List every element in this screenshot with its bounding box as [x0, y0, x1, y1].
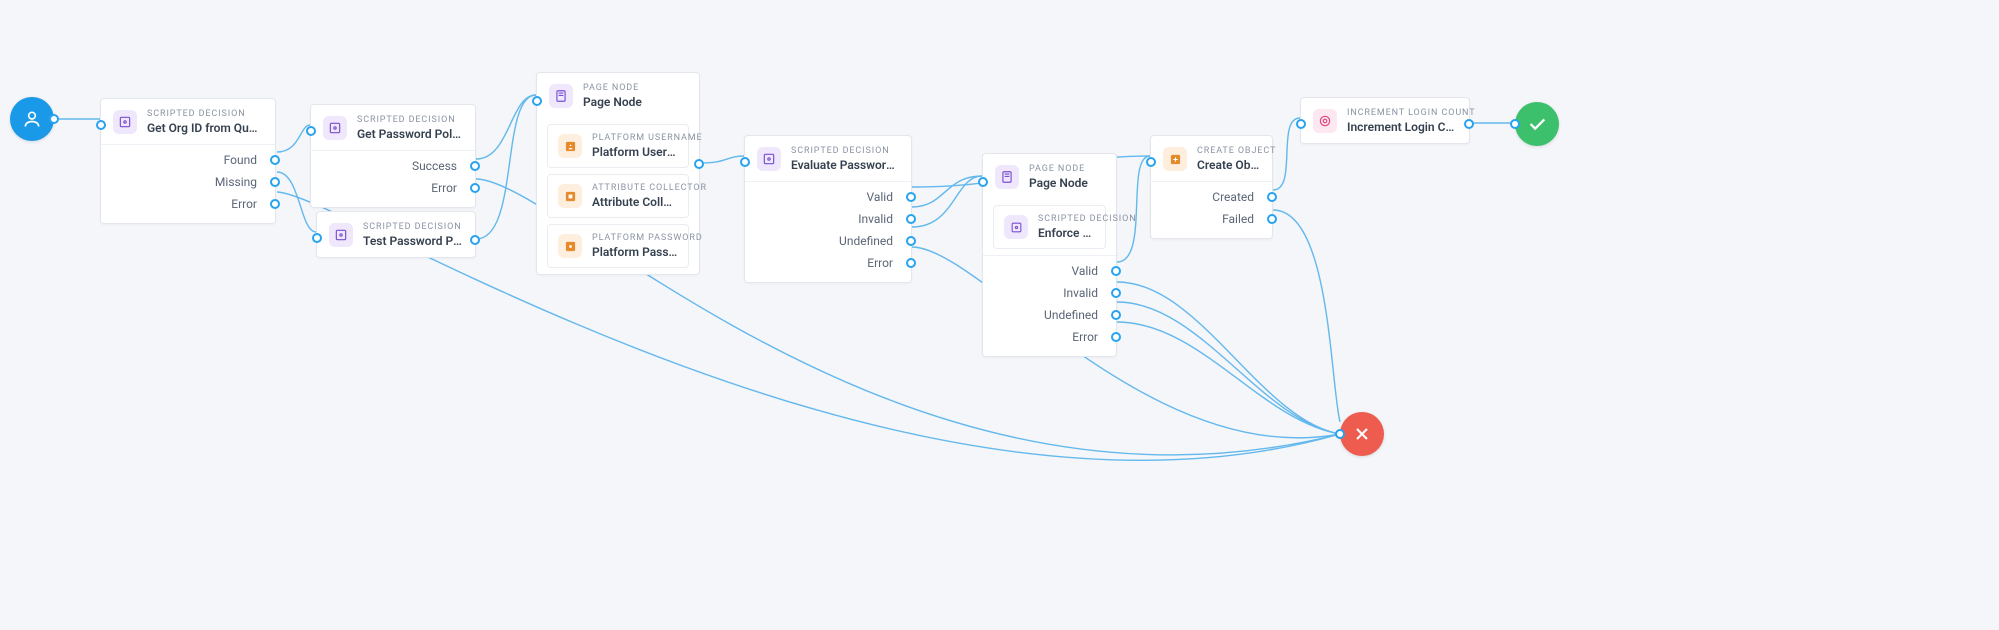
outcome-valid[interactable]: Valid	[983, 260, 1116, 282]
outcome-success[interactable]: Success	[311, 155, 475, 177]
fail-node[interactable]	[1340, 412, 1384, 456]
outcome-undefined[interactable]: Undefined	[745, 230, 911, 252]
outcome-invalid[interactable]: Invalid	[745, 208, 911, 230]
in-port[interactable]	[1296, 119, 1306, 129]
start-node[interactable]	[10, 97, 54, 141]
node-test-password-policy[interactable]: SCRIPTED DECISION Test Password Policy	[316, 211, 476, 258]
in-port[interactable]	[96, 120, 106, 130]
subitem-platform-username[interactable]: PLATFORM USERNAME Platform Username	[547, 124, 689, 168]
fail-in-port[interactable]	[1335, 429, 1345, 439]
node-type-label: INCREMENT LOGIN COUNT	[1347, 108, 1457, 118]
node-type-label: PAGE NODE	[583, 83, 642, 93]
node-type-label: SCRIPTED DECISION	[791, 146, 899, 156]
increment-icon	[1313, 109, 1337, 133]
node-title: Increment Login Count	[1347, 120, 1457, 134]
node-type-label: SCRIPTED DECISION	[363, 222, 463, 232]
node-title: Page Node	[583, 95, 642, 109]
outcome-error[interactable]: Error	[745, 252, 911, 274]
page-node-icon	[995, 165, 1019, 189]
node-page-node-1[interactable]: PAGE NODE Page Node PLATFORM USERNAME Pl…	[536, 72, 700, 275]
out-port[interactable]	[470, 235, 480, 245]
user-icon	[22, 109, 42, 129]
username-icon	[558, 134, 582, 158]
outcome-error[interactable]: Error	[983, 326, 1116, 348]
outcome-missing[interactable]: Missing	[101, 171, 275, 193]
node-title: Get Password Policy fro...	[357, 127, 463, 141]
check-icon	[1526, 113, 1548, 135]
scripted-decision-icon	[113, 110, 137, 134]
in-port[interactable]	[740, 157, 750, 167]
in-port[interactable]	[306, 126, 316, 136]
outcome-error[interactable]: Error	[311, 177, 475, 199]
out-port[interactable]	[1464, 119, 1474, 129]
node-page-node-2[interactable]: PAGE NODE Page Node SCRIPTED DECISION En…	[982, 153, 1117, 357]
close-icon	[1352, 424, 1372, 444]
in-port[interactable]	[1146, 157, 1156, 167]
node-type-label: SCRIPTED DECISION	[147, 109, 263, 119]
page-node-icon	[549, 84, 573, 108]
start-out-port[interactable]	[49, 114, 59, 124]
outcome-created[interactable]: Created	[1151, 186, 1272, 208]
outcome-valid[interactable]: Valid	[745, 186, 911, 208]
scripted-decision-icon	[329, 223, 353, 247]
node-type-label: SCRIPTED DECISION	[357, 115, 463, 125]
node-title: Create Object	[1197, 158, 1260, 172]
subitem-platform-password[interactable]: PLATFORM PASSWORD Platform Password	[547, 224, 689, 268]
success-node[interactable]	[1515, 102, 1559, 146]
outcome-invalid[interactable]: Invalid	[983, 282, 1116, 304]
outcome-undefined[interactable]: Undefined	[983, 304, 1116, 326]
node-get-org-id[interactable]: SCRIPTED DECISION Get Org ID from Query …	[100, 98, 276, 224]
success-in-port[interactable]	[1510, 119, 1520, 129]
node-increment-login-count[interactable]: INCREMENT LOGIN COUNT Increment Login Co…	[1300, 97, 1470, 144]
node-title: Test Password Policy	[363, 234, 463, 248]
node-create-object[interactable]: CREATE OBJECT Create Object Created Fail…	[1150, 135, 1273, 239]
scripted-decision-icon	[1004, 215, 1028, 239]
collector-icon	[558, 184, 582, 208]
create-object-icon	[1163, 147, 1187, 171]
scripted-decision-icon	[323, 116, 347, 140]
subitem-attribute-collector[interactable]: ATTRIBUTE COLLECTOR Attribute Collector	[547, 174, 689, 218]
node-title: Get Org ID from Query ...	[147, 121, 263, 135]
node-type-label: CREATE OBJECT	[1197, 146, 1260, 156]
outcome-found[interactable]: Found	[101, 149, 275, 171]
in-port[interactable]	[532, 96, 542, 106]
node-title: Page Node	[1029, 176, 1088, 190]
outcome-failed[interactable]: Failed	[1151, 208, 1272, 230]
node-evaluate-password-policy[interactable]: SCRIPTED DECISION Evaluate Password Poli…	[744, 135, 912, 283]
scripted-decision-icon	[757, 147, 781, 171]
node-title: Evaluate Password Policy	[791, 158, 899, 172]
password-icon	[558, 234, 582, 258]
subitem-enforce-password-policy[interactable]: SCRIPTED DECISION Enforce Password Po...	[993, 205, 1106, 249]
outcome-error[interactable]: Error	[101, 193, 275, 215]
node-get-password-policy[interactable]: SCRIPTED DECISION Get Password Policy fr…	[310, 104, 476, 208]
in-port[interactable]	[312, 233, 322, 243]
in-port[interactable]	[978, 177, 988, 187]
node-type-label: PAGE NODE	[1029, 164, 1088, 174]
out-port[interactable]	[694, 159, 704, 169]
